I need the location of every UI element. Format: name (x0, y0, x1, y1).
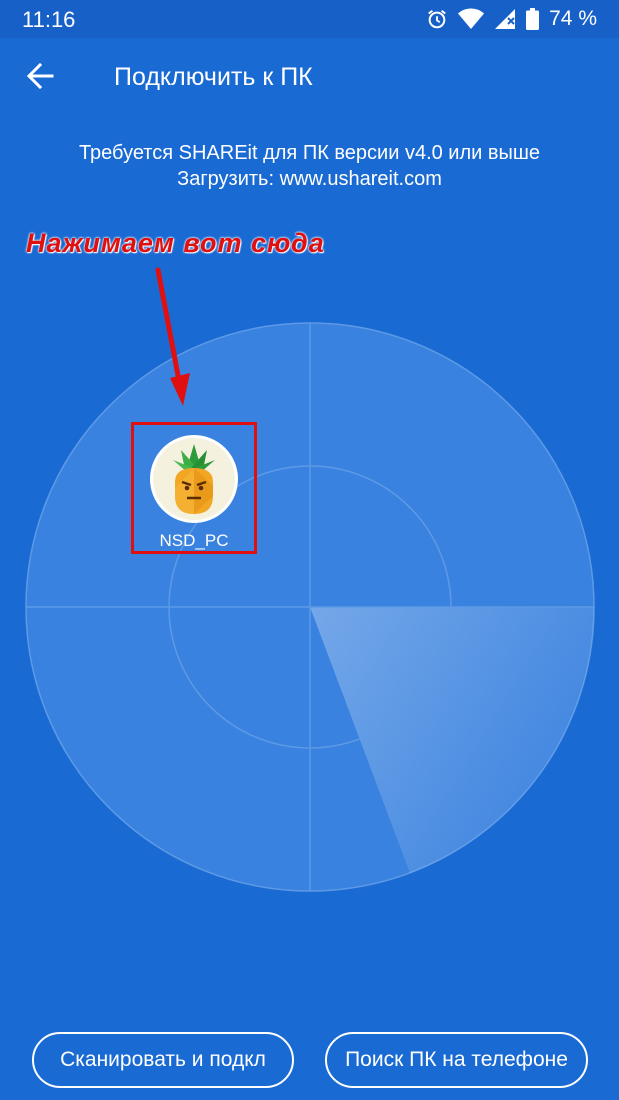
status-bar: 11:16 74 % (0, 0, 619, 38)
battery-icon (526, 8, 540, 30)
back-button[interactable] (14, 52, 66, 104)
signal-icon (494, 8, 516, 30)
requirement-text: Требуется SHAREit для ПК версии v4.0 или… (78, 142, 541, 164)
battery-percent: 74 % (549, 7, 597, 30)
scan-connect-button[interactable]: Сканировать и подкл (32, 1032, 294, 1088)
radar-sweep (310, 607, 595, 873)
annotation-arrow (155, 267, 190, 406)
requirements-info: Требуется SHAREit для ПК версии v4.0 или… (0, 140, 619, 192)
page-title: Подключить к ПК (114, 63, 313, 91)
wifi-icon (458, 8, 485, 30)
device-name: NSD_PC (159, 531, 229, 550)
radar-outer-ring (25, 322, 595, 892)
app-bar: Подключить к ПК (0, 38, 619, 118)
pineapple-avatar-icon (150, 435, 238, 523)
status-icons: 74 % (426, 6, 597, 32)
annotation-label: Нажимаем вот сюда (26, 228, 325, 258)
device-nsd-pc[interactable]: NSD_PC (131, 422, 257, 554)
arrow-back-icon (26, 62, 54, 95)
download-link-text: Загрузить: www.ushareit.com (177, 168, 442, 190)
alarm-icon (426, 8, 448, 30)
status-time: 11:16 (22, 7, 76, 32)
find-pc-on-phone-button[interactable]: Поиск ПК на телефоне (325, 1032, 588, 1088)
